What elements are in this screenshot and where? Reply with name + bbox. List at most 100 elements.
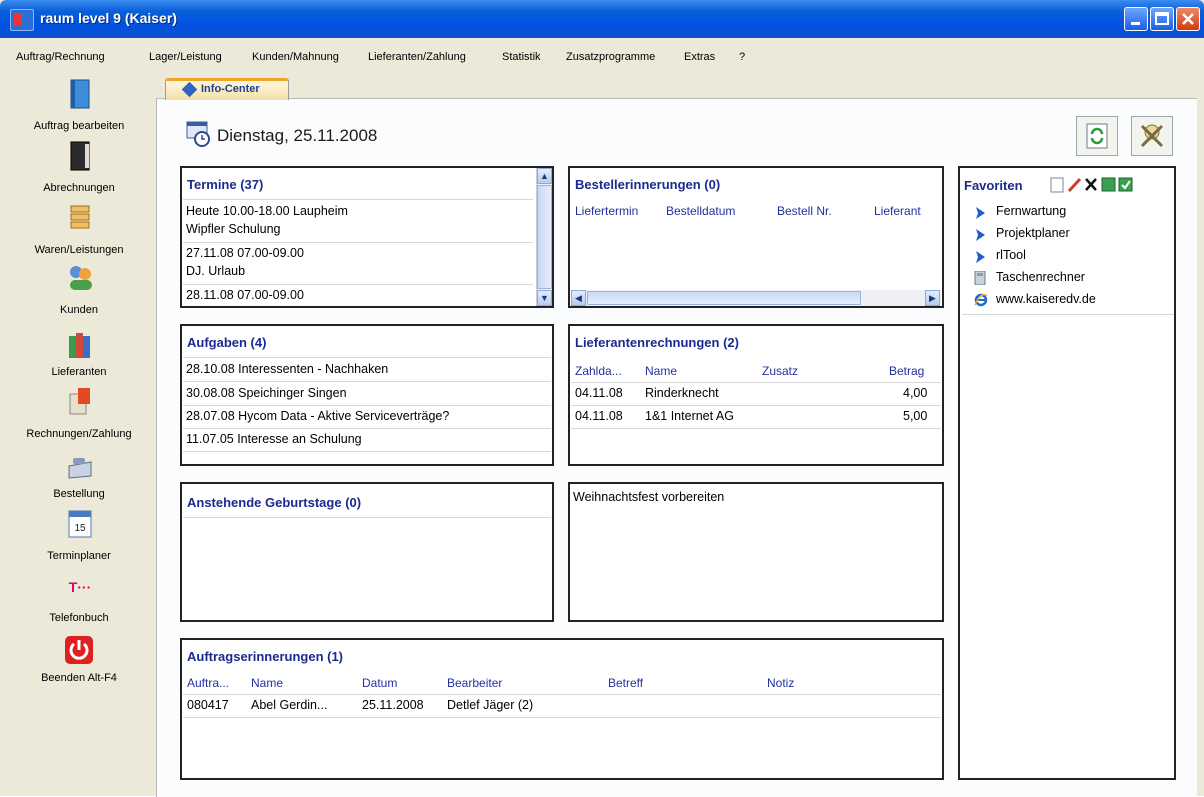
separator [183, 428, 551, 429]
order-nr[interactable]: 080417 [187, 698, 229, 712]
separator [571, 428, 941, 429]
favoriten-panel: Favoriten Fernwartung Projektplaner rlTo… [958, 166, 1176, 780]
termine-row[interactable]: Heute 10.00-18.00 Laupheim [186, 204, 348, 218]
col-header[interactable]: Notiz [767, 676, 794, 690]
maximize-button[interactable] [1150, 7, 1174, 31]
people-icon [70, 266, 92, 290]
col-header[interactable]: Name [251, 676, 283, 690]
scroll-down-icon[interactable]: ▼ [537, 290, 552, 306]
scroll-thumb[interactable] [587, 291, 861, 305]
menu-lager[interactable]: Lager/Leistung [149, 51, 222, 63]
termine-row[interactable]: DJ. Urlaub [186, 264, 245, 278]
bestell-title: Bestellerinnerungen (0) [575, 177, 721, 192]
menu-extras[interactable]: Extras [684, 51, 715, 63]
notiz-panel[interactable]: Weihnachtsfest vorbereiten [568, 482, 944, 622]
invoice-name[interactable]: Rinderknecht [645, 386, 719, 400]
tools-button[interactable] [1131, 116, 1173, 156]
invoice-date[interactable]: 04.11.08 [575, 409, 623, 423]
col-header[interactable]: Name [645, 364, 677, 378]
stack-icon [70, 205, 90, 229]
books-icon [69, 333, 90, 358]
aufgaben-row[interactable]: 11.07.05 Interesse an Schulung [186, 432, 362, 446]
termine-row[interactable]: Wipfler Schulung [186, 222, 281, 236]
col-header[interactable]: Lieferant [874, 204, 921, 218]
refresh-button[interactable] [1076, 116, 1118, 156]
col-header[interactable]: Auftra... [187, 676, 229, 690]
col-header[interactable]: Betreff [608, 676, 643, 690]
menu-lieferanten[interactable]: Lieferanten/Zahlung [368, 51, 466, 63]
col-header[interactable]: Datum [362, 676, 397, 690]
separator [183, 517, 551, 518]
col-header[interactable]: Liefertermin [575, 204, 638, 218]
menu-auftrag[interactable]: Auftrag/Rechnung [16, 51, 105, 63]
notiz-text[interactable]: Weihnachtsfest vorbereiten [573, 490, 724, 504]
termine-row[interactable]: 27.11.08 07.00-09.00 [186, 246, 304, 260]
current-date: Dienstag, 25.11.2008 [217, 126, 378, 145]
nav-label: Kunden [60, 304, 98, 316]
invoice-name[interactable]: 1&1 Internet AG [645, 409, 734, 423]
separator [571, 405, 941, 406]
calendar-icon: 15 [68, 510, 92, 538]
termine-scrollbar[interactable]: ▲ ▼ [536, 168, 552, 306]
auftrag-title: Auftragserinnerungen (1) [187, 649, 344, 664]
scroll-thumb[interactable] [537, 185, 552, 289]
menu-statistik[interactable]: Statistik [502, 51, 541, 63]
menu-zusatzprogramme[interactable]: Zusatzprogramme [566, 51, 655, 63]
col-header[interactable]: Bestelldatum [666, 204, 735, 218]
order-date[interactable]: 25.11.2008 [362, 698, 424, 712]
nav-label: Rechnungen/Zahlung [26, 428, 132, 440]
favorite-label: Taschenrechner [996, 270, 1085, 284]
col-header[interactable]: Betrag [889, 364, 924, 378]
nav-label: Telefonbuch [49, 612, 109, 624]
scroll-left-icon[interactable]: ◀ [571, 290, 586, 306]
separator [571, 382, 941, 383]
separator [183, 242, 533, 243]
separator [183, 284, 533, 285]
invoice-amount[interactable]: 4,00 [903, 386, 927, 400]
favorite-label: Projektplaner [996, 226, 1070, 240]
lieferantenrechnungen-panel: Lieferantenrechnungen (2) Zahlda... Name… [568, 324, 944, 466]
invoice-icon [69, 388, 90, 415]
termine-row[interactable]: 28.11.08 07.00-09.00 [186, 288, 304, 302]
tab-label: Info-Center [201, 83, 260, 95]
auftragserinnerungen-panel: Auftragserinnerungen (1) Auftra... Name … [180, 638, 944, 780]
favoriten-title: Favoriten [964, 178, 1023, 193]
scroll-up-icon[interactable]: ▲ [537, 168, 552, 184]
bestell-hscrollbar[interactable]: ◀ ▶ [571, 290, 941, 306]
separator [183, 357, 551, 358]
order-worker[interactable]: Detlef Jäger (2) [447, 698, 533, 712]
menu-help[interactable]: ? [739, 51, 745, 63]
order-name[interactable]: Abel Gerdin... [251, 698, 327, 712]
minimize-button[interactable] [1124, 7, 1148, 31]
power-icon [65, 636, 93, 664]
geburtstage-title: Anstehende Geburtstage (0) [187, 495, 362, 510]
book-black-icon [70, 141, 90, 171]
scroll-right-icon[interactable]: ▶ [925, 290, 940, 306]
tab-info-center[interactable]: Info-Center [165, 78, 289, 100]
aufgaben-row[interactable]: 28.10.08 Interessenten - Nachhaken [186, 362, 388, 376]
invoice-amount[interactable]: 5,00 [903, 409, 927, 423]
telekom-icon: T··· [69, 579, 92, 595]
book-blue-icon [70, 79, 90, 109]
col-header[interactable]: Bestell Nr. [777, 204, 832, 218]
calculator-icon [974, 271, 986, 285]
internet-explorer-icon [974, 293, 988, 307]
col-header[interactable]: Zusatz [762, 364, 798, 378]
col-header[interactable]: Bearbeiter [447, 676, 502, 690]
favorite-label: www.kaiseredv.de [996, 292, 1096, 306]
aufgaben-row[interactable]: 30.08.08 Speichinger Singen [186, 386, 347, 400]
export-icon [1118, 177, 1133, 192]
aufgaben-row[interactable]: 28.07.08 Hycom Data - Aktive Servicevert… [186, 409, 449, 423]
menu-kunden[interactable]: Kunden/Mahnung [252, 51, 339, 63]
diamond-icon [181, 81, 198, 98]
nav-label: Beenden Alt-F4 [41, 672, 117, 684]
separator [962, 314, 1174, 315]
close-button[interactable] [1176, 7, 1200, 31]
favorite-label: rlTool [996, 248, 1026, 262]
triangle-arrow-icon [976, 207, 985, 219]
invoice-date[interactable]: 04.11.08 [575, 386, 623, 400]
col-header[interactable]: Zahlda... [575, 364, 622, 378]
aufgaben-panel: Aufgaben (4) 28.10.08 Interessenten - Na… [180, 324, 554, 466]
title-bar[interactable]: raum level 9 (Kaiser) [0, 0, 1204, 38]
nav-label: Lieferanten [51, 366, 107, 378]
